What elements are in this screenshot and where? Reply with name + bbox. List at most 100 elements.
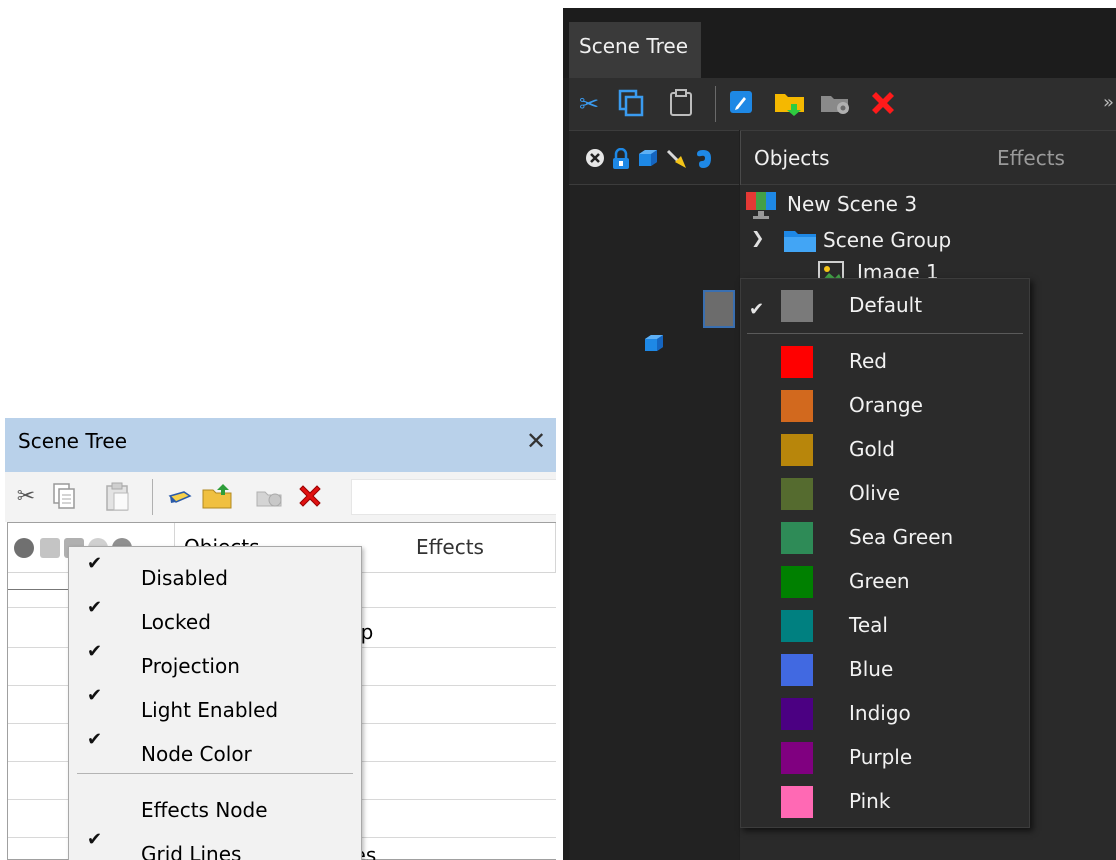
menu-item-locked[interactable]: ✔ Locked — [69, 597, 361, 641]
tab-label: Scene Tree — [579, 34, 689, 58]
color-option-teal[interactable]: Teal — [741, 603, 1031, 647]
projection-column-icon[interactable] — [637, 148, 657, 168]
rename-icon[interactable] — [725, 88, 757, 120]
projection-row-icon[interactable] — [643, 333, 665, 355]
color-option-label: Olive — [849, 481, 900, 505]
toolbar-overflow-icon[interactable]: » — [1103, 92, 1114, 113]
menu-item-light-enabled[interactable]: ✔ Light Enabled — [69, 685, 361, 729]
move-folder-icon[interactable] — [819, 88, 851, 120]
color-column-icon[interactable] — [693, 148, 713, 168]
delete-icon[interactable] — [295, 482, 325, 512]
menu-item-node-color[interactable]: ✔ Node Color — [69, 729, 361, 773]
color-option-blue[interactable]: Blue — [741, 647, 1031, 691]
color-option-green[interactable]: Green — [741, 559, 1031, 603]
light-toolbar: ✂ — [5, 472, 556, 522]
color-swatch — [781, 290, 813, 322]
new-folder-icon[interactable] — [773, 88, 805, 120]
new-folder-icon[interactable] — [201, 482, 232, 512]
dark-flag-columns — [569, 130, 739, 860]
color-swatch — [781, 522, 813, 554]
menu-item-label: Effects Node — [141, 798, 268, 822]
menu-item-effects-node[interactable]: Effects Node — [69, 785, 361, 829]
color-option-label: Sea Green — [849, 525, 954, 549]
light-panel-title: Scene Tree — [18, 429, 128, 453]
menu-item-disabled[interactable]: ✔ Disabled — [69, 553, 361, 597]
color-swatch — [781, 390, 813, 422]
check-icon: ✔ — [87, 829, 103, 850]
color-option-label: Red — [849, 349, 887, 373]
color-option-gold[interactable]: Gold — [741, 427, 1031, 471]
color-option-sea-green[interactable]: Sea Green — [741, 515, 1031, 559]
check-icon: ✔ — [87, 641, 103, 662]
tree-row-label: New Scene 3 — [787, 192, 918, 216]
menu-item-label: Node Color — [141, 742, 252, 766]
color-option-indigo[interactable]: Indigo — [741, 691, 1031, 735]
color-option-label: Blue — [849, 657, 894, 681]
disabled-action-icon[interactable] — [255, 482, 285, 512]
color-option-label: Indigo — [849, 701, 911, 725]
color-option-label: Orange — [849, 393, 923, 417]
close-icon[interactable]: ✕ — [526, 426, 546, 456]
effects-column-header[interactable]: Effects — [416, 535, 484, 559]
node-color-button[interactable] — [703, 290, 735, 328]
column-divider — [740, 131, 741, 185]
color-swatch — [781, 478, 813, 510]
search-input[interactable] — [351, 479, 556, 515]
color-option-purple[interactable]: Purple — [741, 735, 1031, 779]
check-icon: ✔ — [87, 685, 103, 706]
color-option-label: Default — [849, 293, 923, 317]
dark-flag-header — [569, 131, 739, 185]
color-option-label: Purple — [849, 745, 913, 769]
color-swatch — [781, 698, 813, 730]
color-swatch — [781, 654, 813, 686]
copy-icon[interactable] — [49, 482, 79, 512]
top-border — [563, 0, 1116, 8]
delete-icon[interactable] — [867, 88, 899, 120]
menu-separator — [77, 773, 353, 774]
tree-row-image[interactable]: Image 1 — [743, 258, 1115, 280]
cut-icon[interactable]: ✂ — [11, 482, 41, 512]
lock-column-icon[interactable] — [611, 147, 631, 169]
color-option-orange[interactable]: Orange — [741, 383, 1031, 427]
check-icon: ✔ — [749, 299, 765, 320]
column-divider — [555, 523, 556, 573]
color-option-olive[interactable]: Olive — [741, 471, 1031, 515]
cut-icon[interactable]: ✂ — [573, 88, 605, 120]
effects-column-header[interactable]: Effects — [997, 146, 1065, 170]
color-swatch — [781, 742, 813, 774]
light-column-icon[interactable] — [665, 148, 686, 168]
color-option-pink[interactable]: Pink — [741, 779, 1031, 823]
color-option-label: Gold — [849, 437, 895, 461]
color-option-default[interactable]: ✔ Default — [741, 283, 1031, 327]
tab-scene-tree[interactable]: Scene Tree — [569, 22, 701, 78]
menu-item-label: Projection — [141, 654, 240, 678]
color-swatch — [781, 566, 813, 598]
menu-item-label: Light Enabled — [141, 698, 279, 722]
copy-icon[interactable] — [615, 88, 647, 120]
objects-column-header[interactable]: Objects — [754, 146, 830, 170]
folder-icon — [783, 228, 817, 254]
scene-icon — [745, 191, 777, 221]
check-icon: ✔ — [87, 597, 103, 618]
tree-row-label: Scene Group — [823, 228, 952, 252]
paste-icon[interactable] — [665, 88, 697, 120]
chevron-down-icon[interactable]: ❯ — [751, 228, 764, 247]
tree-row-group[interactable]: ❯ Scene Group — [743, 224, 1115, 258]
dark-tree-header: Objects Effects — [740, 131, 1116, 185]
menu-item-grid-lines[interactable]: ✔ Grid Lines — [69, 829, 361, 860]
toolbar-separator — [152, 479, 153, 515]
toolbar-separator — [715, 86, 716, 122]
color-swatch — [781, 434, 813, 466]
rename-icon[interactable] — [165, 482, 195, 512]
color-option-red[interactable]: Red — [741, 339, 1031, 383]
color-swatch — [781, 346, 813, 378]
light-title-bar: Scene Tree ✕ — [5, 418, 556, 472]
disabled-column-icon[interactable] — [585, 148, 605, 168]
disabled-column-icon[interactable] — [14, 538, 34, 558]
menu-item-projection[interactable]: ✔ Projection — [69, 641, 361, 685]
tree-row-scene[interactable]: New Scene 3 — [743, 188, 1115, 222]
color-option-label: Pink — [849, 789, 891, 813]
paste-icon[interactable] — [103, 482, 133, 512]
dark-toolbar: ✂ » — [569, 78, 1116, 130]
lock-column-icon[interactable] — [40, 538, 60, 558]
